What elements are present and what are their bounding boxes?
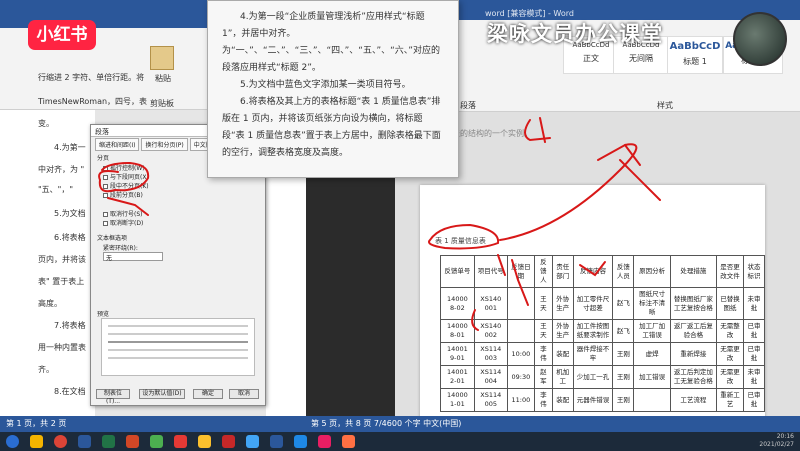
ppt-icon[interactable]: [126, 435, 139, 448]
presenter-avatar: [733, 12, 787, 66]
course-title-overlay: 梁咏文员办公课堂: [487, 22, 663, 46]
bracket-mark: [471, 309, 479, 331]
screen: 文件 开 插入 设计 布局 粘贴 剪贴板 第 1 页，共 2 页 行缩进 2 字…: [0, 0, 800, 451]
app-icon[interactable]: [150, 435, 163, 448]
check-mark: [524, 119, 551, 142]
app-icon[interactable]: [342, 435, 355, 448]
circle-mark: [428, 223, 500, 250]
app-icon[interactable]: [174, 435, 187, 448]
explorer-icon[interactable]: [30, 435, 43, 448]
clock-date: 2021/02/27: [759, 441, 794, 448]
system-clock[interactable]: 20:16 2021/02/27: [759, 433, 794, 449]
start-icon[interactable]: [6, 435, 19, 448]
bracket-mark: [497, 254, 529, 306]
app-icon[interactable]: [198, 435, 211, 448]
arrow-mark: [597, 143, 641, 166]
clock-time: 20:16: [776, 433, 794, 440]
app-icon[interactable]: [294, 435, 307, 448]
cross-mark: [619, 159, 661, 201]
arrow-mark: [499, 143, 638, 241]
excel-icon[interactable]: [102, 435, 115, 448]
app-icon[interactable]: [246, 435, 259, 448]
underline-mark: [107, 197, 149, 216]
browser-icon[interactable]: [54, 435, 67, 448]
app-icon[interactable]: [318, 435, 331, 448]
handwritten-annotations: [98, 117, 661, 331]
circle-mark: [98, 161, 150, 193]
check-mark: [579, 261, 606, 277]
taskbar: 20:16 2021/02/27: [0, 432, 800, 451]
word-icon[interactable]: [78, 435, 91, 448]
word-icon[interactable]: [270, 435, 283, 448]
app-icon[interactable]: [222, 435, 235, 448]
xiaohongshu-logo: 小红书: [28, 20, 96, 50]
